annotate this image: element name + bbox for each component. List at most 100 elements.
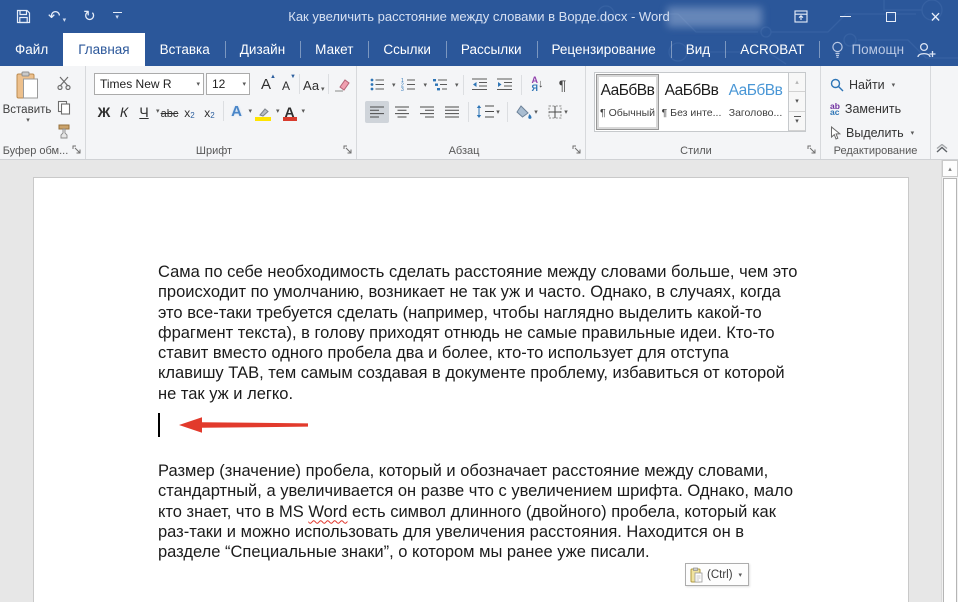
replace-button[interactable]: ab ac Заменить [830, 97, 930, 121]
text-line[interactable]: ставит вместо одного пробела два и более… [158, 343, 797, 363]
censored-area [667, 7, 762, 27]
styles-more-button[interactable]: ▾ [789, 111, 805, 131]
numbering-dropdown-arrow[interactable]: ▾ [424, 81, 428, 89]
tellme-label: Помощн [851, 42, 905, 57]
text-effects-button[interactable]: А [227, 100, 247, 122]
save-button[interactable] [16, 9, 31, 24]
tab-review[interactable]: Рецензирование [536, 33, 671, 66]
sort-button[interactable]: АЯ ↓ [526, 74, 550, 96]
numbering-button[interactable]: 123 [397, 74, 421, 96]
increase-indent-button[interactable] [493, 74, 517, 96]
text-line[interactable]: происходит по умолчанию, возникает не та… [158, 282, 797, 302]
document-page[interactable]: Сама по себе необходимость сделать расст… [33, 177, 909, 602]
borders-icon [548, 105, 562, 118]
cut-button[interactable] [53, 73, 75, 93]
close-button[interactable]: × [913, 0, 958, 33]
text-line[interactable]: Размер (значение) пробела, который и обо… [158, 461, 797, 481]
strikethrough-button[interactable]: abc [160, 100, 180, 122]
italic-button[interactable]: К [114, 100, 134, 122]
shrink-font-button[interactable]: А ▼ [276, 73, 296, 95]
text-line[interactable]: клавишу TAB, тем самым создавая в докуме… [158, 363, 797, 383]
multilevel-dropdown-arrow[interactable]: ▾ [455, 81, 459, 89]
tab-view[interactable]: Вид [670, 33, 725, 66]
find-button[interactable]: Найти ▾ [830, 73, 930, 97]
font-name-combobox[interactable]: Times New R ▾ [94, 73, 204, 95]
select-button[interactable]: Выделить ▾ [830, 121, 930, 145]
clear-formatting-button[interactable] [332, 73, 352, 95]
highlight-button[interactable] [252, 100, 274, 122]
style-normal[interactable]: АаБбВв ¶ Обычный [596, 74, 659, 130]
multilevel-list-button[interactable] [428, 74, 452, 96]
select-dropdown-arrow[interactable]: ▾ [911, 129, 915, 137]
collapse-ribbon-button[interactable] [935, 144, 949, 153]
redo-button[interactable]: ↻ [83, 9, 96, 24]
tab-design[interactable]: Дизайн [224, 33, 300, 66]
bullets-dropdown-arrow[interactable]: ▾ [392, 81, 396, 89]
align-right-button[interactable] [415, 101, 439, 123]
align-left-button[interactable] [365, 100, 389, 123]
change-case-button[interactable]: Аа ▾ [303, 73, 325, 95]
text-line[interactable]: кто знает, что в MS Word есть символ дли… [158, 502, 797, 522]
increase-indent-icon [497, 78, 513, 90]
share-person-icon[interactable] [916, 42, 936, 58]
find-dropdown-arrow[interactable]: ▾ [892, 81, 896, 89]
empty-paragraph[interactable] [158, 413, 797, 438]
text-line[interactable]: раз-таки и можно использовать для увелич… [158, 522, 797, 542]
superscript-button[interactable]: x2 [200, 100, 220, 122]
text-line[interactable]: фрагмент текста), в голову приходят отню… [158, 323, 797, 343]
ribbon-display-options-button[interactable] [778, 0, 823, 33]
text-line[interactable]: стандартный, а увеличивается он разве чт… [158, 481, 797, 501]
bold-button[interactable]: Ж [94, 100, 114, 122]
eraser-icon [334, 79, 350, 92]
text-line[interactable]: разделе “Специальные знаки”, о котором м… [158, 542, 797, 562]
tab-mailings[interactable]: Рассылки [445, 33, 537, 66]
vertical-scrollbar[interactable]: ▴ [941, 160, 958, 602]
justify-button[interactable] [440, 101, 464, 123]
paste-dropdown-arrow[interactable]: ▾ [26, 116, 30, 124]
style-no-spacing[interactable]: АаБбВв ¶ Без инте... [660, 74, 723, 130]
tab-layout[interactable]: Макет [300, 33, 368, 66]
scrollbar-up-button[interactable]: ▴ [942, 160, 958, 177]
style-heading[interactable]: АаБбВв Заголово... [724, 74, 787, 130]
format-painter-button[interactable] [53, 121, 75, 141]
tab-references[interactable]: Ссылки [368, 33, 446, 66]
tab-insert[interactable]: Вставка [145, 33, 225, 66]
font-dialog-launcher[interactable] [343, 145, 353, 155]
shading-button[interactable]: ▾ [512, 101, 542, 123]
text-line[interactable]: Сама по себе необходимость сделать расст… [158, 262, 797, 282]
titlebar: ↶ ▾ ↻ ▾ Как увеличить расстояние между с… [0, 0, 958, 33]
styles-dialog-launcher[interactable] [807, 145, 817, 155]
copy-button[interactable] [53, 97, 75, 117]
font-size-combobox[interactable]: 12 ▾ [206, 73, 250, 95]
tab-file[interactable]: Файл [0, 33, 63, 66]
styles-scroll-down-button[interactable]: ▾ [789, 92, 805, 112]
scrollbar-thumb[interactable] [943, 178, 957, 602]
ribbon-tail [931, 66, 958, 159]
bullets-button[interactable] [365, 74, 389, 96]
maximize-button[interactable] [868, 0, 913, 33]
text-line[interactable]: это все-таки требуется сделать (например… [158, 303, 797, 323]
clipboard-dialog-launcher[interactable] [72, 145, 82, 155]
undo-button[interactable]: ↶ [48, 9, 61, 24]
tellme-button[interactable]: Помощн [819, 33, 916, 66]
paste-options-button[interactable]: (Ctrl) ▾ [685, 563, 750, 586]
editing-group: Найти ▾ ab ac Заменить Выделить ▾ Редакт… [821, 66, 931, 159]
underline-button[interactable]: Ч [134, 100, 154, 122]
align-center-button[interactable] [390, 101, 414, 123]
customize-quick-access-button[interactable]: ▾ [112, 12, 122, 21]
styles-scroll-up-button[interactable]: ▴ [789, 73, 805, 93]
tab-home[interactable]: Главная [63, 33, 145, 66]
font-color-button[interactable]: А [280, 100, 300, 122]
font-color-dropdown-arrow[interactable]: ▾ [302, 107, 306, 115]
minimize-button[interactable] [823, 0, 868, 33]
grow-font-button[interactable]: А ▲ [256, 73, 276, 95]
borders-button[interactable]: ▾ [543, 101, 573, 123]
decrease-indent-button[interactable] [468, 74, 492, 96]
paragraph-dialog-launcher[interactable] [572, 145, 582, 155]
show-formatting-marks-button[interactable]: ¶ [551, 74, 575, 96]
text-line[interactable]: не так уж и легко. [158, 384, 797, 404]
subscript-button[interactable]: x2 [180, 100, 200, 122]
undo-dropdown-arrow[interactable]: ▾ [63, 16, 67, 24]
line-spacing-button[interactable]: ▾ [473, 101, 503, 123]
tab-acrobat[interactable]: ACROBAT [725, 33, 819, 66]
